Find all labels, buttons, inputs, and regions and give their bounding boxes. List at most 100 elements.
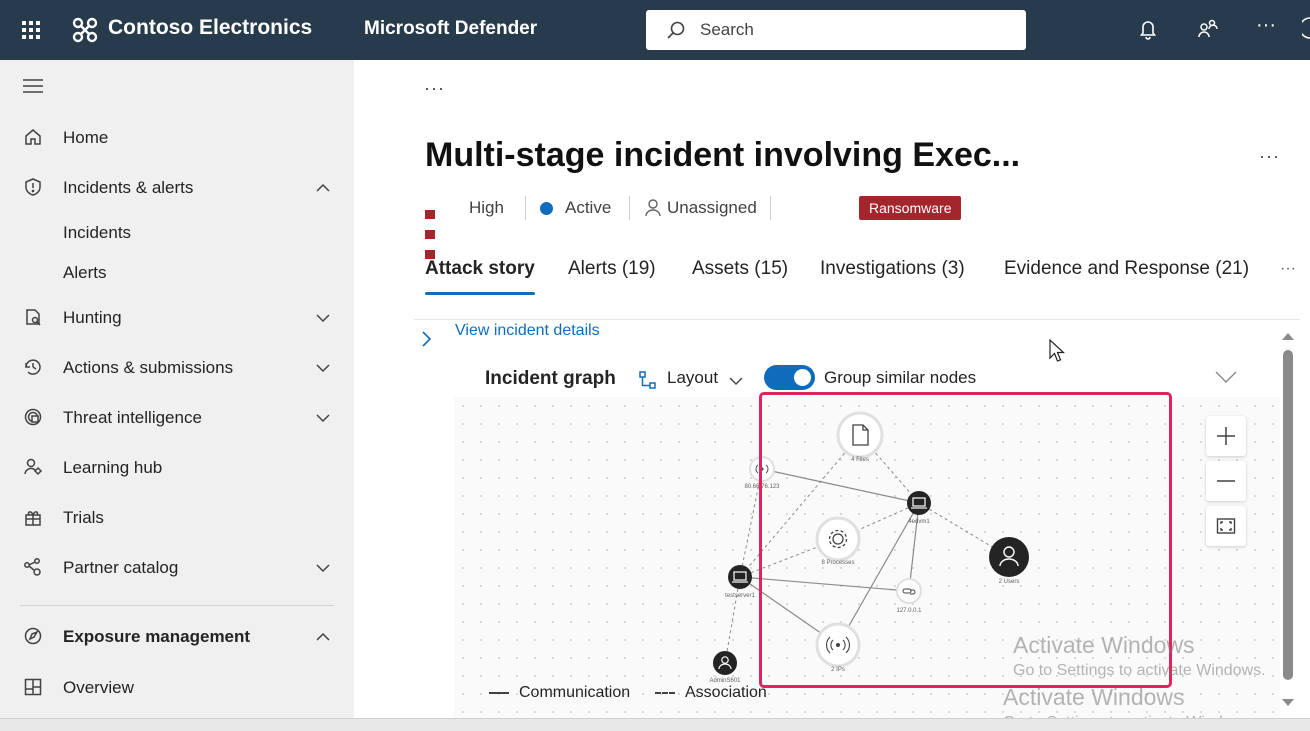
- nav-item-home[interactable]: Home: [0, 117, 354, 157]
- menu-collapse-icon[interactable]: [22, 78, 44, 99]
- incident-graph-canvas[interactable]: 4 Files 80.66.76.123 4edvm1 8 Processes …: [454, 392, 1280, 718]
- breadcrumb-more-button[interactable]: ···: [424, 78, 445, 99]
- nav-label: Exposure management: [63, 627, 251, 646]
- minus-icon: [1217, 480, 1235, 482]
- person-icon: [644, 198, 662, 223]
- more-options-icon[interactable]: ···: [1256, 14, 1276, 37]
- nav-label: Partner catalog: [63, 558, 179, 577]
- notifications-bell-icon[interactable]: [1138, 18, 1158, 45]
- nav-item-trials[interactable]: Trials: [0, 497, 354, 537]
- nav-label: Incidents & alerts: [63, 178, 194, 197]
- top-bar: Contoso Electronics Microsoft Defender ·…: [0, 0, 1310, 60]
- assigned-to-label[interactable]: Unassigned: [667, 198, 757, 218]
- chevron-up-icon[interactable]: [315, 629, 331, 647]
- severity-icon: [425, 204, 437, 264]
- exposure-icon: [23, 626, 43, 646]
- layout-icon[interactable]: [638, 370, 658, 395]
- status-label: Active: [565, 198, 612, 217]
- nav-item-threat-intelligence[interactable]: Threat intelligence: [0, 397, 354, 437]
- chevron-right-icon[interactable]: [420, 330, 432, 353]
- incident-graph-header: Incident graph Layout Group similar node…: [485, 365, 1265, 397]
- view-incident-details-link[interactable]: View incident details: [455, 322, 600, 340]
- account-avatar[interactable]: [1299, 16, 1310, 45]
- node-files[interactable]: 4 Files: [836, 411, 884, 463]
- chevron-up-icon[interactable]: [315, 180, 331, 198]
- node-ips[interactable]: 2 IPs: [815, 622, 861, 673]
- status-dot-icon: [540, 202, 553, 215]
- search-input[interactable]: [700, 18, 1000, 42]
- tabs-overflow-button[interactable]: ···: [1280, 260, 1296, 278]
- app-launcher-icon[interactable]: [20, 19, 42, 41]
- tab-assets[interactable]: Assets (15): [692, 258, 788, 280]
- nav-item-actions-submissions[interactable]: Actions & submissions: [0, 347, 354, 387]
- node-label: 4edvm1: [908, 519, 930, 525]
- nav-item-alerts[interactable]: Alerts: [0, 252, 354, 292]
- tab-investigations[interactable]: Investigations (3): [820, 258, 965, 280]
- node-ip-80-66-76-123[interactable]: 80.66.76.123: [744, 456, 780, 490]
- incident-more-actions-button[interactable]: ···: [1259, 146, 1280, 167]
- node-label: 2 Users: [999, 579, 1020, 585]
- node-user-admins601[interactable]: AdminS601: [709, 651, 741, 684]
- product-name[interactable]: Microsoft Defender: [364, 18, 537, 40]
- nav-label: Hunting: [63, 308, 122, 327]
- nav-item-incidents[interactable]: Incidents: [0, 212, 354, 252]
- page-title: Multi-stage incident involving Exec...: [425, 136, 1021, 174]
- node-label: 80.66.76.123: [744, 484, 780, 490]
- node-label: 127.0.0.1: [896, 608, 922, 614]
- severity-label: High: [469, 198, 504, 217]
- chevron-down-icon[interactable]: [1215, 370, 1237, 388]
- nav-label: Incidents: [63, 223, 132, 242]
- dashed-line-icon: [655, 692, 675, 694]
- node-device-4edvm1[interactable]: 4edvm1: [907, 491, 931, 525]
- community-icon[interactable]: [1197, 18, 1219, 45]
- scroll-down-icon[interactable]: [1282, 694, 1294, 712]
- home-icon: [23, 127, 43, 147]
- layout-dropdown[interactable]: Layout: [667, 368, 718, 388]
- nav-item-overview[interactable]: Overview: [0, 667, 354, 707]
- divider: [629, 196, 630, 220]
- zoom-in-button[interactable]: [1206, 416, 1246, 456]
- tab-alerts[interactable]: Alerts (19): [568, 258, 656, 280]
- threat-intel-icon: [23, 407, 43, 427]
- zoom-out-button[interactable]: [1206, 461, 1246, 501]
- nav-label: Threat intelligence: [63, 408, 202, 427]
- nav-item-learning-hub[interactable]: Learning hub: [0, 447, 354, 487]
- scroll-up-icon[interactable]: [1282, 328, 1294, 346]
- node-url-127-0-0-1[interactable]: 127.0.0.1: [896, 578, 922, 614]
- chevron-down-icon[interactable]: [315, 310, 331, 328]
- chevron-down-icon[interactable]: [315, 360, 331, 378]
- solid-line-icon: [489, 692, 509, 694]
- node-users[interactable]: 2 Users: [989, 537, 1029, 585]
- nav-item-hunting[interactable]: Hunting: [0, 297, 354, 337]
- nav-item-incidents-alerts[interactable]: Incidents & alerts: [0, 167, 354, 207]
- divider: [770, 196, 771, 220]
- group-similar-nodes-label: Group similar nodes: [824, 368, 977, 387]
- nav-label: Overview: [63, 678, 134, 697]
- group-similar-nodes-toggle[interactable]: [764, 365, 815, 390]
- node-label: 8 Processes: [821, 560, 854, 566]
- search-box[interactable]: [646, 10, 1026, 50]
- org-name[interactable]: Contoso Electronics: [108, 16, 312, 40]
- partner-catalog-icon: [23, 557, 43, 577]
- node-label: testserver1: [725, 593, 755, 599]
- mouse-cursor-icon: [1049, 338, 1066, 368]
- incident-graph-title: Incident graph: [485, 368, 616, 389]
- nav-item-exposure-management[interactable]: Exposure management: [0, 616, 354, 656]
- nav-item-partner-catalog[interactable]: Partner catalog: [0, 547, 354, 587]
- fit-screen-icon: [1216, 518, 1236, 534]
- chevron-down-icon[interactable]: [315, 410, 331, 428]
- fit-to-screen-button[interactable]: [1206, 506, 1246, 546]
- tab-attack-story[interactable]: Attack story: [425, 258, 535, 280]
- tab-evidence-response[interactable]: Evidence and Response (21): [1004, 258, 1249, 280]
- vertical-scrollbar[interactable]: [1276, 322, 1298, 712]
- chevron-down-icon[interactable]: [315, 560, 331, 578]
- node-label: 4 Files: [851, 457, 869, 463]
- nav-label: Home: [63, 128, 109, 147]
- chevron-down-icon[interactable]: [729, 373, 743, 391]
- scrollbar-thumb[interactable]: [1283, 350, 1293, 680]
- shield-icon: [23, 177, 43, 197]
- window-bottom-strip: [0, 718, 1310, 731]
- node-device-testserver1[interactable]: testserver1: [725, 565, 755, 599]
- nav-divider: [20, 605, 334, 606]
- node-processes[interactable]: 8 Processes: [815, 516, 861, 566]
